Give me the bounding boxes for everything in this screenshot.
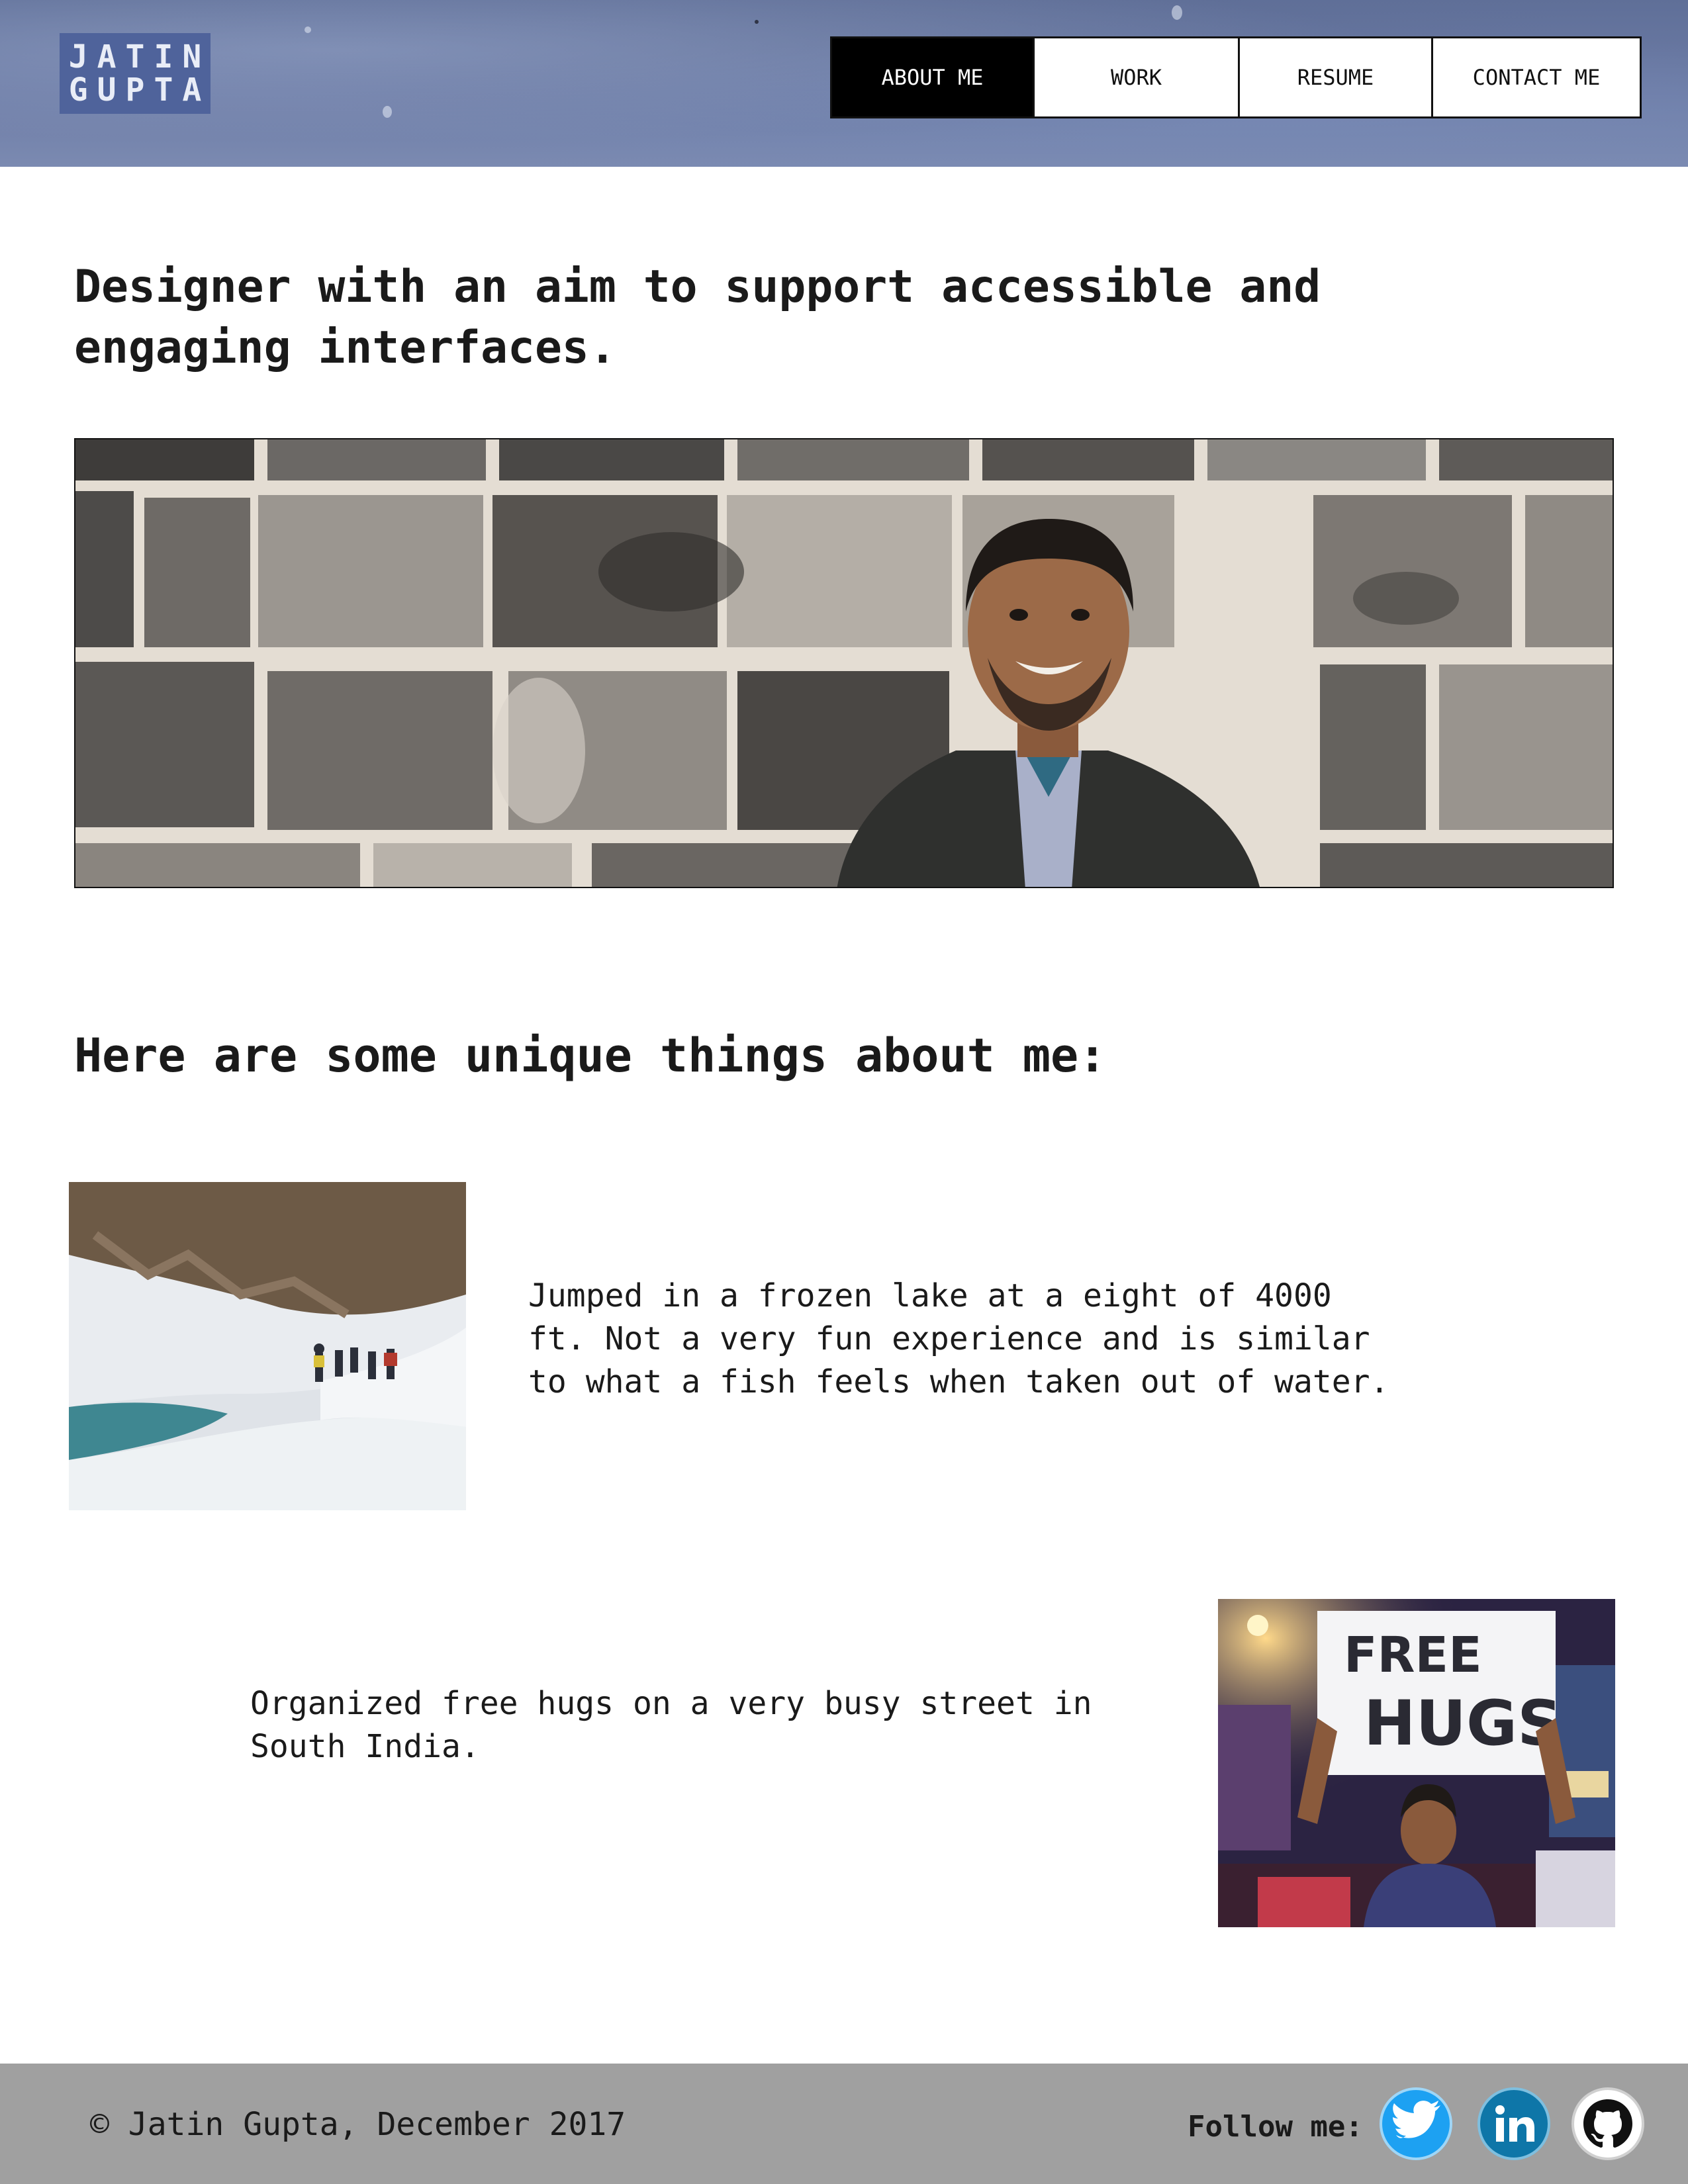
logo-last-name: GUPTA [68, 71, 211, 109]
nav-about-me[interactable]: ABOUT ME [832, 38, 1035, 116]
hero-portrait-photo [74, 438, 1614, 888]
section-title: Here are some unique things about me: [74, 1028, 1107, 1083]
follow-me-label: Follow me: [1188, 2110, 1363, 2144]
hero-photo-illustration [75, 439, 1613, 887]
logo-first-name: JATIN [68, 38, 211, 75]
github-icon[interactable] [1571, 2087, 1644, 2160]
sign-text-line2: HUGS [1364, 1688, 1562, 1760]
main-nav: ABOUT ME WORK RESUME CONTACT ME [830, 36, 1642, 118]
page-tagline: Designer with an aim to support accessib… [74, 261, 1321, 374]
texture-speck [1172, 5, 1182, 20]
texture-speck [305, 26, 311, 33]
nav-contact-me[interactable]: CONTACT ME [1433, 38, 1640, 116]
texture-speck [383, 106, 392, 118]
copyright-text: © Jatin Gupta, December 2017 [90, 2106, 626, 2143]
site-footer: © Jatin Gupta, December 2017 Follow me: [0, 2064, 1688, 2184]
story-frozen-lake-text: Jumped in a frozen lake at a eight of 40… [528, 1277, 1389, 1400]
sign-text-line1: FREE [1344, 1627, 1482, 1684]
frozen-lake-illustration [69, 1182, 466, 1510]
free-hugs-illustration: FREE HUGS [1218, 1599, 1615, 1927]
linkedin-icon[interactable] [1477, 2087, 1550, 2160]
free-hugs-photo: FREE HUGS [1218, 1599, 1615, 1927]
site-header: JATIN GUPTA ABOUT ME WORK RESUME CONTACT… [0, 0, 1688, 167]
nav-resume[interactable]: RESUME [1240, 38, 1433, 116]
site-logo[interactable]: JATIN GUPTA [60, 33, 211, 114]
nav-work[interactable]: WORK [1035, 38, 1240, 116]
twitter-icon[interactable] [1380, 2087, 1452, 2160]
texture-speck [755, 20, 759, 24]
story-free-hugs-text: Organized free hugs on a very busy stree… [250, 1685, 1092, 1765]
frozen-lake-photo [69, 1182, 466, 1510]
